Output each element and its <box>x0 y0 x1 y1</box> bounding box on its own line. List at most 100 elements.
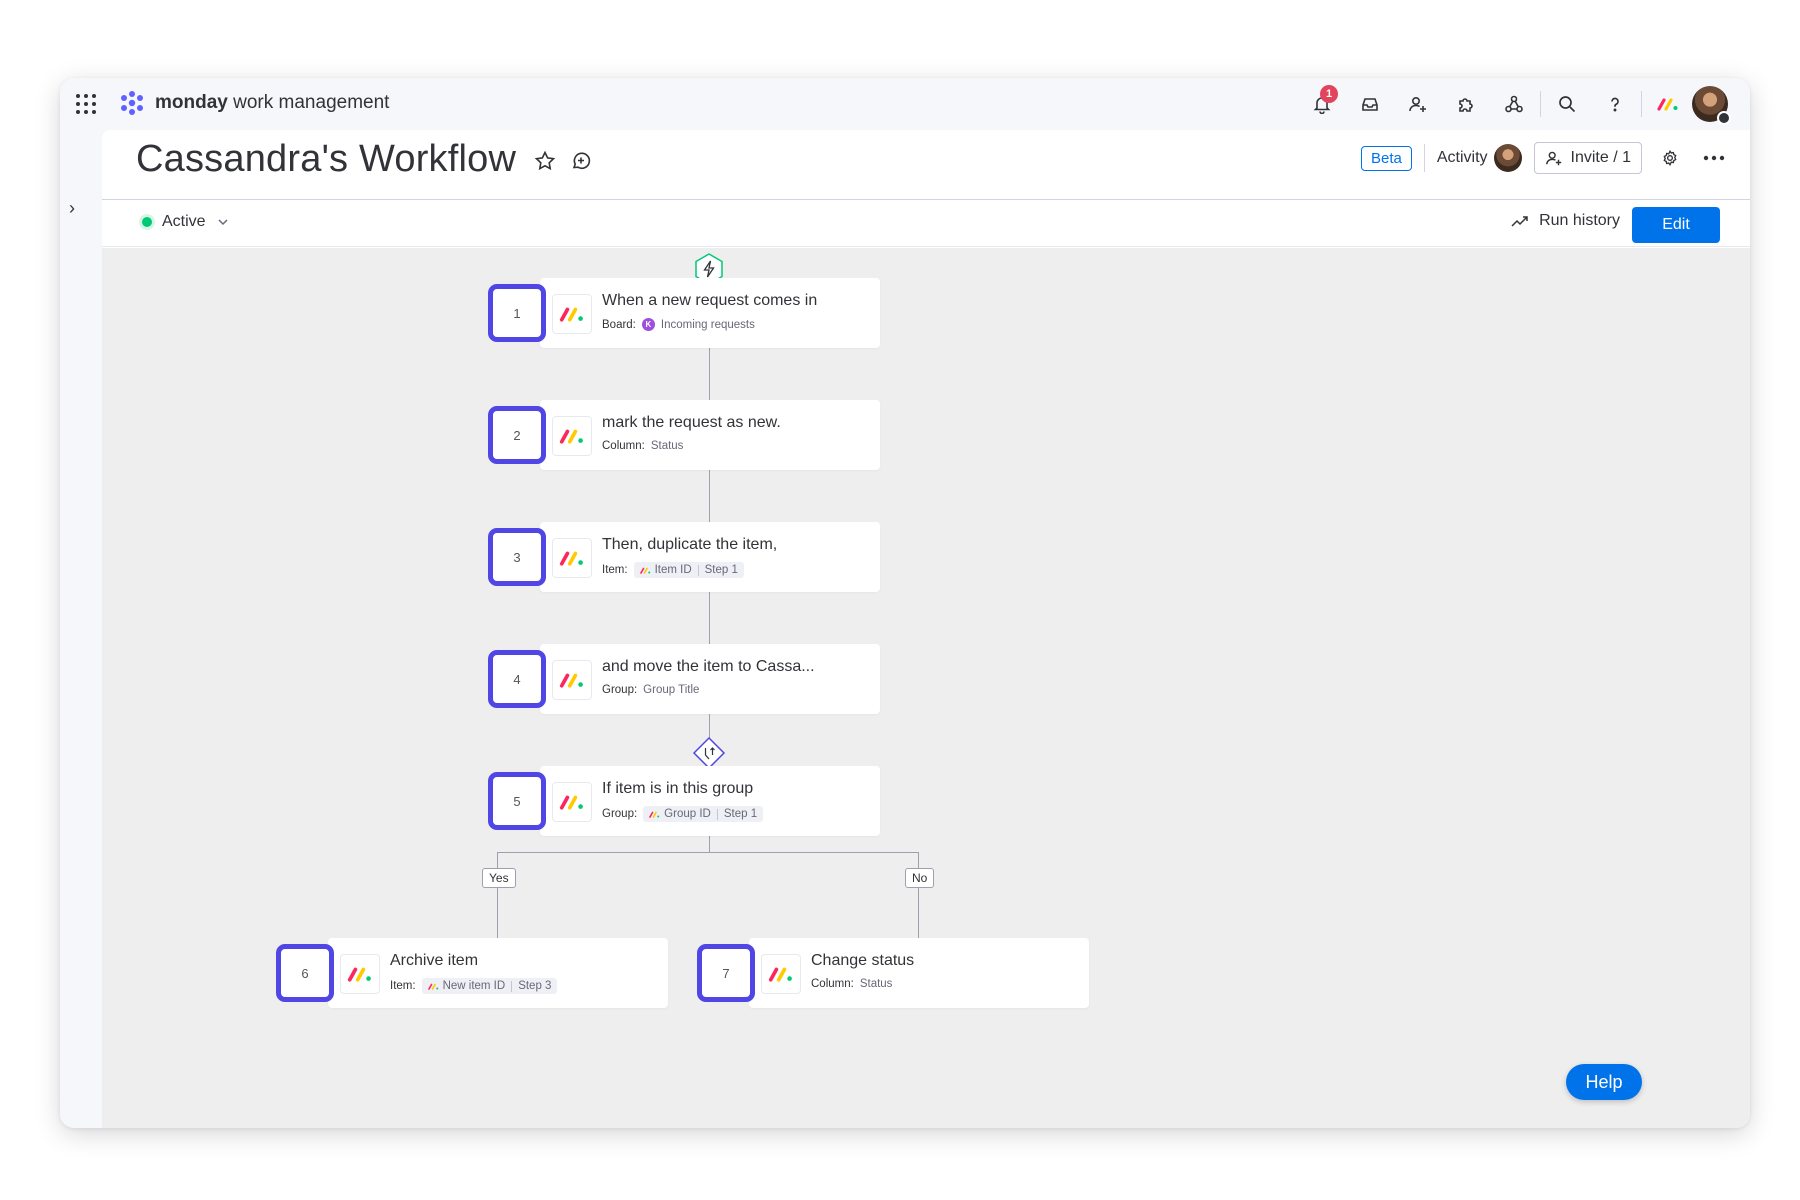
top-bar: monday work management 1 <box>60 78 1750 130</box>
workflow-step-3[interactable]: 3 Then, duplicate the item, Item: Item I… <box>488 522 880 592</box>
activity-label: Activity <box>1436 149 1488 166</box>
status-dropdown[interactable]: Active <box>142 213 230 231</box>
detail-label: Group: <box>602 808 638 820</box>
notification-badge: 1 <box>1320 85 1338 103</box>
connector-line <box>709 836 710 852</box>
dynamic-value-chip[interactable]: New item ID Step 3 <box>421 978 558 994</box>
step-number: 4 <box>488 650 546 708</box>
question-icon <box>1611 97 1619 112</box>
step-title: Archive item <box>390 952 479 969</box>
step-title: and move the item to Cassa... <box>602 658 815 675</box>
workflow-subbar: Active Run history Edit <box>102 201 1750 247</box>
step-detail: Group: Group Title <box>602 684 699 696</box>
board-badge-icon: K <box>641 318 655 331</box>
monday-mark-icon <box>427 983 438 990</box>
branch-yes-label: Yes <box>482 868 516 888</box>
step-number: 3 <box>488 528 546 586</box>
monday-app-icon <box>552 782 592 822</box>
more-options-button[interactable] <box>1698 142 1730 174</box>
dynamic-value-chip[interactable]: Item ID Step 1 <box>633 562 744 578</box>
help-button[interactable]: Help <box>1566 1064 1642 1100</box>
run-history-label: Run history <box>1539 212 1620 229</box>
step-number: 7 <box>697 944 755 1002</box>
chip-field: Group ID <box>664 808 711 820</box>
chip-field: Item ID <box>654 564 692 576</box>
workflow-canvas: Yes No 1 When a new request comes in Boa… <box>102 248 1750 1128</box>
workflow-step-6[interactable]: 6 Archive item Item: New item ID Step 3 <box>276 938 668 1008</box>
beta-badge: Beta <box>1360 145 1412 171</box>
divider <box>1641 91 1642 117</box>
step-detail: Group: Group ID Step 1 <box>602 806 764 822</box>
step-detail: Board: K Incoming requests <box>602 318 755 331</box>
workflow-step-2[interactable]: 2 mark the request as new. Column: Statu… <box>488 400 880 470</box>
branch-no-label: No <box>905 868 935 888</box>
help-center-button[interactable] <box>1591 84 1639 124</box>
add-user-icon <box>1409 96 1426 112</box>
workspace-switcher[interactable] <box>1644 84 1692 124</box>
notifications-button[interactable]: 1 <box>1298 84 1346 124</box>
run-history-button[interactable]: Run history <box>1511 212 1620 230</box>
inbox-button[interactable] <box>1346 84 1394 124</box>
divider <box>716 808 718 820</box>
step-detail: Column: Status <box>602 440 683 452</box>
divider <box>697 564 699 576</box>
detail-value: Group Title <box>643 684 700 696</box>
chevron-right-icon[interactable]: › <box>69 198 75 219</box>
divider <box>1423 144 1425 172</box>
divider <box>1540 91 1541 117</box>
detail-label: Item: <box>602 564 628 576</box>
step-number: 5 <box>488 772 546 830</box>
activity-button[interactable]: Activity <box>1437 144 1522 172</box>
detail-value: Incoming requests <box>660 318 755 331</box>
add-comment-icon[interactable] <box>570 150 592 172</box>
more-horizontal-icon <box>1703 155 1725 161</box>
detail-value: Status <box>859 978 893 990</box>
search-button[interactable] <box>1543 84 1591 124</box>
invite-button[interactable]: Invite / 1 <box>1533 142 1642 174</box>
status-label: Active <box>162 213 206 230</box>
workflow-step-7[interactable]: 7 Change status Column: Status <box>697 938 1089 1008</box>
star-icon[interactable] <box>534 150 556 172</box>
invite-members-button[interactable] <box>1394 84 1442 124</box>
step-title: Then, duplicate the item, <box>602 536 778 553</box>
brand[interactable]: monday work management <box>118 91 389 115</box>
branch-line-yes <box>497 852 498 948</box>
apps-grid-icon[interactable] <box>76 94 96 114</box>
settings-button[interactable] <box>1654 142 1686 174</box>
monday-app-icon <box>552 416 592 456</box>
header-actions: Beta Activity Invite / 1 <box>1360 142 1730 174</box>
dynamic-value-chip[interactable]: Group ID Step 1 <box>643 806 764 822</box>
workflow-header: Cassandra's Workflow Beta Activity Invit… <box>102 130 1750 200</box>
monday-app-icon <box>552 660 592 700</box>
monday-app-icon <box>552 294 592 334</box>
step-detail: Item: New item ID Step 3 <box>390 978 558 994</box>
edit-button[interactable]: Edit <box>1632 207 1720 243</box>
workflow-step-5[interactable]: 5 If item is in this group Group: Group … <box>488 766 880 836</box>
chevron-down-icon <box>218 219 228 226</box>
integrations-button[interactable] <box>1490 84 1538 124</box>
avatar-status-icon <box>1717 111 1731 125</box>
add-user-icon <box>1545 151 1561 166</box>
app-window: monday work management 1 › Cassandra's W… <box>60 78 1750 1128</box>
puzzle-icon <box>1459 98 1473 112</box>
user-avatar[interactable] <box>1692 86 1731 125</box>
status-dot-icon <box>142 217 152 227</box>
step-detail: Column: Status <box>811 978 892 990</box>
main-panel: Cassandra's Workflow Beta Activity Invit… <box>102 130 1750 1128</box>
step-number: 2 <box>488 406 546 464</box>
step-title: mark the request as new. <box>602 414 781 431</box>
invite-label: Invite / 1 <box>1570 149 1631 166</box>
page-title: Cassandra's Workflow <box>136 138 517 180</box>
network-icon <box>1505 95 1523 113</box>
step-number: 1 <box>488 284 546 342</box>
detail-label: Group: <box>602 684 638 696</box>
chip-step: Step 1 <box>723 808 758 820</box>
step-title: When a new request comes in <box>602 292 818 309</box>
monday-logo-icon <box>121 91 143 115</box>
workflow-step-4[interactable]: 4 and move the item to Cassa... Group: G… <box>488 644 880 714</box>
detail-label: Column: <box>602 440 645 452</box>
workflow-step-1[interactable]: 1 When a new request comes in Board: K I… <box>488 278 880 348</box>
top-bar-icons: 1 <box>1298 84 1731 125</box>
apps-marketplace-button[interactable] <box>1442 84 1490 124</box>
detail-value: Status <box>650 440 684 452</box>
